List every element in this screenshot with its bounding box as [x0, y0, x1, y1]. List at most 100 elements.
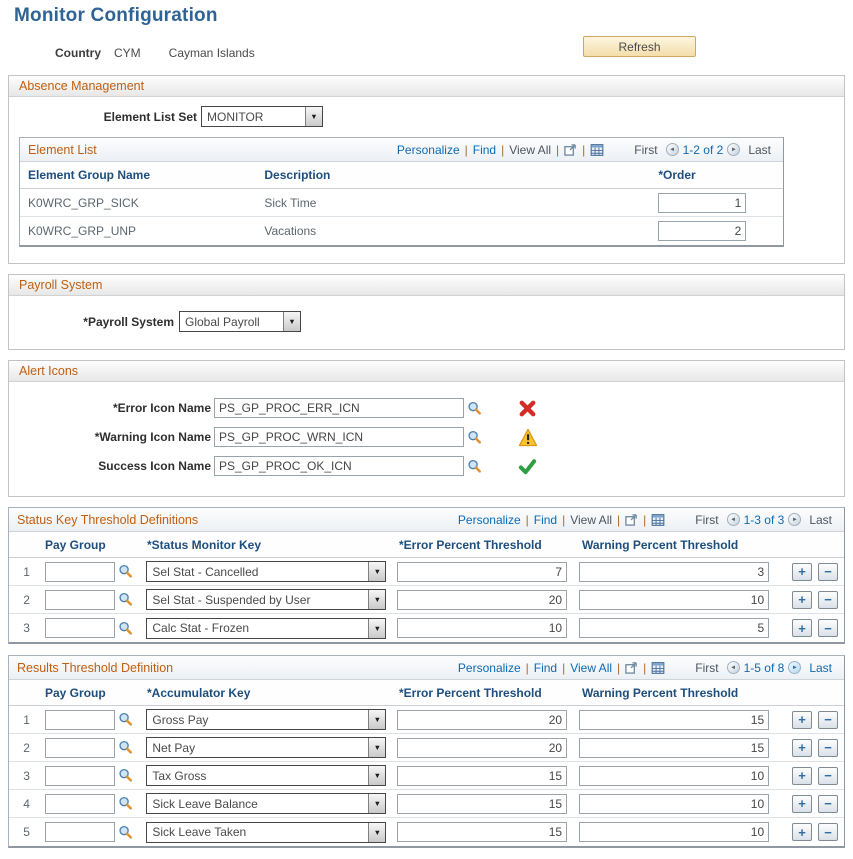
add-row-button[interactable]: [792, 767, 812, 785]
add-row-button[interactable]: [792, 591, 812, 609]
error-threshold-input[interactable]: [397, 562, 567, 582]
lookup-icon[interactable]: [118, 796, 133, 811]
delete-row-button[interactable]: [818, 711, 838, 729]
warning-threshold-input[interactable]: [579, 794, 769, 814]
popup-window-icon[interactable]: [625, 661, 638, 674]
next-page-icon[interactable]: [788, 661, 801, 674]
popup-window-icon[interactable]: [564, 143, 577, 156]
accumulator-key-select[interactable]: Net Pay: [146, 737, 386, 758]
lookup-icon[interactable]: [118, 740, 133, 755]
accumulator-key-select[interactable]: Sick Leave Balance: [146, 793, 386, 814]
personalize-link[interactable]: Personalize: [397, 143, 460, 157]
add-row-button[interactable]: [792, 563, 812, 581]
pay-group-input[interactable]: [45, 766, 115, 786]
previous-page-icon[interactable]: [727, 513, 740, 526]
popup-window-icon[interactable]: [625, 513, 638, 526]
pay-group-input[interactable]: [45, 738, 115, 758]
table-row: 4 Sick Leave Balance: [9, 790, 844, 818]
warning-threshold-input[interactable]: [579, 618, 769, 638]
add-row-button[interactable]: [792, 823, 812, 841]
view-all-link[interactable]: View All: [570, 513, 612, 527]
previous-page-icon[interactable]: [727, 661, 740, 674]
delete-row-button[interactable]: [818, 739, 838, 757]
delete-row-button[interactable]: [818, 767, 838, 785]
find-link[interactable]: Find: [534, 513, 557, 527]
find-link[interactable]: Find: [473, 143, 496, 157]
warning-threshold-input[interactable]: [579, 710, 769, 730]
separator: [562, 513, 565, 527]
download-grid-icon[interactable]: [651, 662, 665, 674]
warning-threshold-input[interactable]: [579, 766, 769, 786]
lookup-icon[interactable]: [467, 401, 482, 416]
element-list-set-select[interactable]: MONITOR: [201, 106, 323, 127]
personalize-link[interactable]: Personalize: [458, 661, 521, 675]
payroll-system-select[interactable]: Global Payroll: [179, 311, 301, 332]
error-threshold-input[interactable]: [397, 766, 567, 786]
order-input[interactable]: [658, 193, 746, 213]
add-row-button[interactable]: [792, 619, 812, 637]
warning-icon-row: *Warning Icon Name: [9, 424, 844, 450]
pay-group-input[interactable]: [45, 618, 115, 638]
add-row-button[interactable]: [792, 795, 812, 813]
lookup-icon[interactable]: [467, 459, 482, 474]
lookup-icon[interactable]: [118, 592, 133, 607]
accumulator-key-select[interactable]: Gross Pay: [146, 709, 386, 730]
error-threshold-input[interactable]: [397, 618, 567, 638]
lookup-icon[interactable]: [467, 430, 482, 445]
warning-threshold-input[interactable]: [579, 738, 769, 758]
last-link[interactable]: Last: [809, 513, 832, 527]
lookup-icon[interactable]: [118, 768, 133, 783]
warning-threshold-input[interactable]: [579, 562, 769, 582]
lookup-icon[interactable]: [118, 825, 133, 840]
pay-group-input[interactable]: [45, 710, 115, 730]
download-grid-icon[interactable]: [590, 144, 604, 156]
refresh-button[interactable]: Refresh: [583, 36, 696, 57]
next-page-icon[interactable]: [727, 143, 740, 156]
lookup-icon[interactable]: [118, 564, 133, 579]
lookup-icon[interactable]: [118, 621, 133, 636]
delete-row-button[interactable]: [818, 563, 838, 581]
status-grid-title: Status Key Threshold Definitions: [17, 513, 198, 527]
lookup-icon[interactable]: [118, 712, 133, 727]
delete-row-button[interactable]: [818, 795, 838, 813]
previous-page-icon[interactable]: [666, 143, 679, 156]
status-monitor-key-select[interactable]: Calc Stat - Frozen: [146, 618, 386, 639]
view-all-link[interactable]: View All: [570, 661, 612, 675]
warning-threshold-input[interactable]: [579, 590, 769, 610]
error-threshold-input[interactable]: [397, 710, 567, 730]
first-link[interactable]: First: [695, 661, 718, 675]
warning-icon-name-input[interactable]: [214, 427, 464, 447]
status-monitor-key-select[interactable]: Sel Stat - Cancelled: [146, 561, 386, 582]
country-label: Country: [55, 46, 101, 60]
next-page-icon[interactable]: [788, 513, 801, 526]
error-threshold-input[interactable]: [397, 822, 567, 842]
pay-group-input[interactable]: [45, 590, 115, 610]
add-row-button[interactable]: [792, 711, 812, 729]
status-monitor-key-select[interactable]: Sel Stat - Suspended by User: [146, 589, 386, 610]
delete-row-button[interactable]: [818, 823, 838, 841]
first-link[interactable]: First: [634, 143, 657, 157]
delete-row-button[interactable]: [818, 619, 838, 637]
order-input[interactable]: [658, 221, 746, 241]
success-icon-name-input[interactable]: [214, 456, 464, 476]
first-link[interactable]: First: [695, 513, 718, 527]
error-icon-name-input[interactable]: [214, 398, 464, 418]
pay-group-input[interactable]: [45, 794, 115, 814]
find-link[interactable]: Find: [534, 661, 557, 675]
pay-group-input[interactable]: [45, 822, 115, 842]
error-threshold-input[interactable]: [397, 590, 567, 610]
add-row-button[interactable]: [792, 739, 812, 757]
warning-threshold-input[interactable]: [579, 822, 769, 842]
last-link[interactable]: Last: [748, 143, 771, 157]
column-description: Description: [256, 168, 650, 182]
delete-row-button[interactable]: [818, 591, 838, 609]
download-grid-icon[interactable]: [651, 514, 665, 526]
accumulator-key-select[interactable]: Sick Leave Taken: [146, 822, 386, 843]
pay-group-input[interactable]: [45, 562, 115, 582]
view-all-link[interactable]: View All: [509, 143, 551, 157]
error-threshold-input[interactable]: [397, 738, 567, 758]
last-link[interactable]: Last: [809, 661, 832, 675]
error-threshold-input[interactable]: [397, 794, 567, 814]
accumulator-key-select[interactable]: Tax Gross: [146, 765, 386, 786]
personalize-link[interactable]: Personalize: [458, 513, 521, 527]
